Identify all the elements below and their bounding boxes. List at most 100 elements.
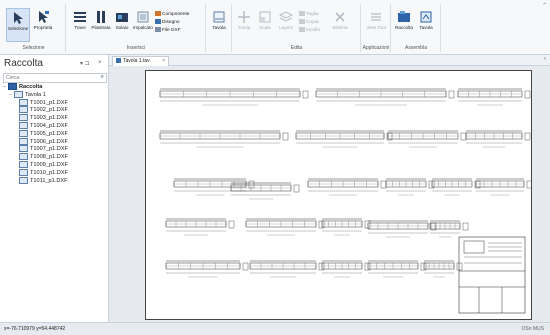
tree-file-item[interactable]: T1006_p1.DXF bbox=[3, 137, 107, 146]
cursor-coordinates: x=-76.710979 y=54.448742 bbox=[4, 326, 66, 332]
scala-button[interactable]: Scala bbox=[254, 8, 276, 40]
tree-file-item[interactable]: T1001_p1.DXF bbox=[3, 98, 107, 107]
beam-detail bbox=[385, 178, 435, 196]
beam-detail bbox=[457, 88, 531, 106]
componente-button[interactable]: Componente bbox=[155, 11, 189, 17]
layers-icon bbox=[279, 11, 293, 22]
sheet-blue-icon bbox=[420, 11, 432, 23]
file-dxf-button[interactable]: File DXF bbox=[155, 27, 181, 33]
panel-title: Raccolta bbox=[4, 58, 43, 69]
sheet-icon bbox=[116, 58, 121, 64]
move-icon bbox=[238, 11, 250, 23]
cursor-icon bbox=[14, 12, 23, 24]
dxf-file-icon bbox=[19, 129, 28, 137]
dxf-file-icon bbox=[19, 153, 28, 161]
tree-file-item[interactable]: T1009_p1.DXF bbox=[3, 160, 107, 169]
raccolta-button[interactable]: Raccolta bbox=[393, 8, 415, 40]
group-assembla: Raccolta Tavola Assembla bbox=[392, 4, 441, 52]
group-edita: Trasla Scala Layers Taglia Copia Incolla… bbox=[233, 4, 361, 52]
copia-button[interactable]: Copia bbox=[299, 19, 319, 25]
trasla-button[interactable]: Trasla bbox=[233, 8, 255, 40]
raccolta-panel: Raccolta ▾ ⊐ × ⌕ −Raccolta −Tavola 1 T10… bbox=[0, 55, 109, 322]
selezione-button[interactable]: Selezione bbox=[6, 8, 30, 42]
incolla-button[interactable]: Incolla bbox=[299, 27, 320, 33]
dxf-file-icon bbox=[19, 121, 28, 129]
beam-detail bbox=[159, 130, 289, 148]
impalcato-button[interactable]: Impalcato bbox=[132, 8, 154, 40]
panel-close-icon[interactable]: × bbox=[98, 60, 102, 66]
sheet-icon bbox=[213, 11, 225, 23]
copy-icon bbox=[299, 19, 305, 24]
tree-file-item[interactable]: T1002_p1.DXF bbox=[3, 106, 107, 114]
beam-detail bbox=[429, 220, 469, 238]
taglia-button[interactable]: Taglia bbox=[299, 11, 319, 17]
beam-detail bbox=[423, 260, 463, 278]
ribbon-collapse-icon[interactable]: ⌃ bbox=[542, 2, 547, 9]
sheet-icon bbox=[14, 90, 23, 98]
collection-icon bbox=[398, 11, 410, 22]
beam-detail bbox=[295, 130, 393, 148]
tree-file-item[interactable]: T1011_p1.DXF bbox=[3, 176, 107, 185]
tree-file-item[interactable]: T1008_p1.DXF bbox=[3, 153, 107, 161]
view-tool-icon bbox=[371, 13, 381, 21]
collection-icon bbox=[8, 83, 17, 90]
disegno-button[interactable]: Disegno bbox=[155, 19, 180, 25]
drawing-sheet[interactable] bbox=[145, 70, 532, 320]
dxf-file-icon bbox=[19, 160, 28, 168]
search-icon[interactable]: ⌕ bbox=[101, 74, 104, 81]
beam-detail bbox=[165, 260, 249, 278]
beam-detail bbox=[245, 218, 325, 236]
tree-tavola[interactable]: − Tavola 1 bbox=[3, 90, 107, 99]
search-input[interactable] bbox=[4, 74, 96, 82]
paste-icon bbox=[299, 27, 305, 32]
beam-detail bbox=[431, 178, 481, 196]
dxf-file-icon bbox=[19, 145, 28, 153]
beam-detail bbox=[165, 218, 235, 236]
elimina-button[interactable]: Elimina bbox=[329, 8, 351, 40]
layers-button[interactable]: Layers bbox=[275, 8, 297, 40]
tab-menu-icon[interactable]: ‹ bbox=[544, 56, 546, 62]
status-bar: x=-76.710979 y=54.448742 OSn MUS bbox=[0, 322, 550, 335]
beam-detail bbox=[367, 260, 427, 278]
floor-icon bbox=[137, 11, 149, 23]
pilastrata-button[interactable]: Pilastrata bbox=[90, 8, 112, 40]
group-applicazioni: View Tool Applicazioni bbox=[362, 4, 391, 52]
beam-detail bbox=[249, 260, 325, 278]
tree-file-item[interactable]: T1005_p1.DXF bbox=[3, 129, 107, 138]
trave-button[interactable]: Trave bbox=[69, 8, 91, 40]
dxf-file-icon bbox=[19, 98, 28, 106]
slab-icon bbox=[116, 13, 128, 22]
beam-detail bbox=[173, 178, 255, 196]
cursor-properties-icon bbox=[39, 11, 49, 23]
beam-detail bbox=[307, 178, 387, 196]
tree-file-item[interactable]: T1010_p1.DXF bbox=[3, 168, 107, 177]
status-modes: OSn MUS bbox=[521, 326, 544, 332]
tavola-button[interactable]: Tavola bbox=[208, 8, 230, 40]
dxf-file-icon bbox=[19, 114, 28, 122]
beam-detail bbox=[465, 130, 531, 148]
beam-detail bbox=[321, 218, 371, 236]
tree-file-item[interactable]: T1004_p1.DXF bbox=[3, 121, 107, 130]
view-tool-button[interactable]: View Tool bbox=[365, 8, 387, 40]
drawing-icon bbox=[155, 19, 161, 24]
document-tabbar: Tavola 1.tav × ‹ bbox=[109, 55, 550, 66]
tab-tavola-1[interactable]: Tavola 1.tav × bbox=[112, 56, 169, 66]
cut-icon bbox=[299, 11, 305, 16]
proprieta-button[interactable]: Proprietà bbox=[32, 8, 54, 40]
tree-file-item[interactable]: T1003_p1.DXF bbox=[3, 114, 107, 122]
beam-detail bbox=[159, 88, 309, 106]
beam-detail bbox=[321, 260, 371, 278]
group-selezione: Selezione Proprietà Selezione bbox=[2, 4, 66, 52]
panel-pin-icon[interactable]: ▾ ⊐ bbox=[80, 60, 90, 67]
beam-detail bbox=[475, 178, 531, 196]
tavola2-button[interactable]: Tavola bbox=[415, 8, 437, 40]
tree-file-item[interactable]: T1007_p1.DXF bbox=[3, 145, 107, 153]
beam-icon bbox=[74, 12, 86, 22]
beam-drawings bbox=[159, 88, 531, 278]
column-icon bbox=[97, 11, 105, 23]
solaio-button[interactable]: Solaio bbox=[111, 8, 133, 40]
tab-close-icon[interactable]: × bbox=[162, 57, 165, 66]
beam-detail bbox=[387, 130, 467, 148]
tree-root[interactable]: − Raccolta bbox=[3, 83, 107, 91]
group-inserisci: Trave Pilastrata Solaio Impalcato Compon… bbox=[67, 4, 206, 52]
